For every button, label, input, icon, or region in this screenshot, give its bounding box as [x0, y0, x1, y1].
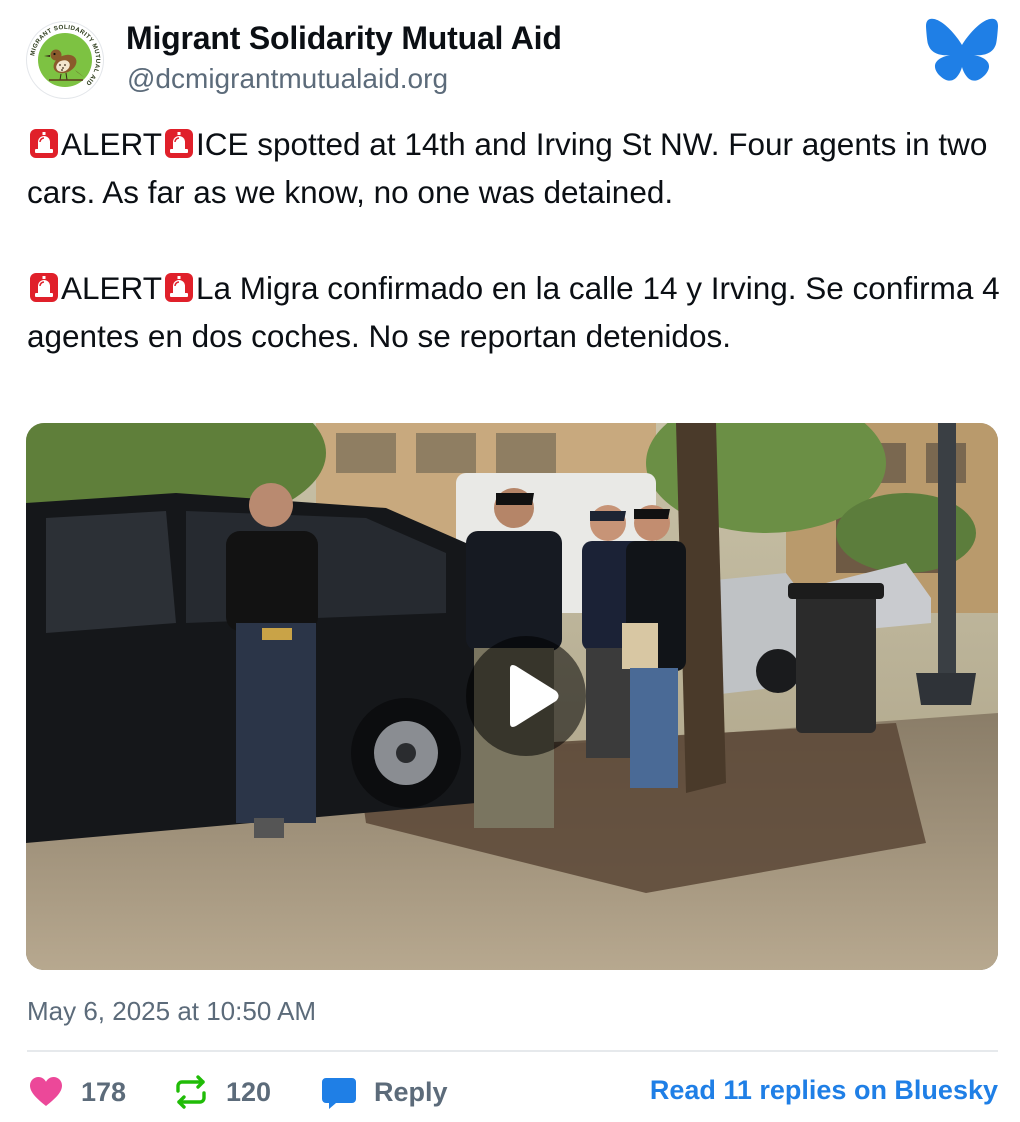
post-text: ALERT ICE spotted at 14th and Irving St N…: [27, 120, 1002, 360]
repost-icon: [172, 1073, 210, 1111]
play-button[interactable]: [466, 636, 586, 756]
siren-icon: [164, 129, 193, 158]
speech-bubble-icon: [320, 1073, 358, 1111]
reply-label: Reply: [374, 1076, 448, 1107]
divider: [27, 1050, 998, 1052]
like-count: 178: [81, 1076, 127, 1107]
alert-word: ALERT: [61, 270, 162, 306]
heart-icon: [27, 1073, 65, 1111]
like-button[interactable]: 178: [27, 1070, 126, 1114]
video-embed[interactable]: [26, 423, 998, 970]
siren-icon: [30, 129, 58, 158]
author-avatar[interactable]: MIGRANT SOLIDARITY MUTUAL AID: [27, 22, 103, 98]
post-card: MIGRANT SOLIDARITY MUTUAL AID Migrant So…: [0, 0, 1020, 1122]
bluesky-butterfly-icon[interactable]: [925, 17, 999, 83]
repost-count: 120: [226, 1076, 272, 1107]
post-paragraph-english: ALERT ICE spotted at 14th and Irving St N…: [27, 120, 1002, 216]
siren-icon: [164, 273, 193, 302]
play-icon: [510, 665, 559, 727]
reply-button[interactable]: Reply: [320, 1070, 448, 1114]
alert-word: ALERT: [61, 126, 162, 162]
repost-button[interactable]: 120: [172, 1070, 271, 1114]
author-handle[interactable]: @dcmigrantmutualaid.org: [127, 63, 448, 95]
post-paragraph-spanish: ALERT La Migra confirmado en la calle 14 …: [27, 264, 1002, 360]
read-replies-link[interactable]: Read 11 replies on Bluesky: [650, 1075, 998, 1106]
siren-icon: [30, 273, 58, 302]
author-name[interactable]: Migrant Solidarity Mutual Aid: [126, 20, 562, 57]
post-timestamp[interactable]: May 6, 2025 at 10:50 AM: [27, 996, 316, 1027]
bird-logo-icon: MIGRANT SOLIDARITY MUTUAL AID: [28, 23, 102, 97]
